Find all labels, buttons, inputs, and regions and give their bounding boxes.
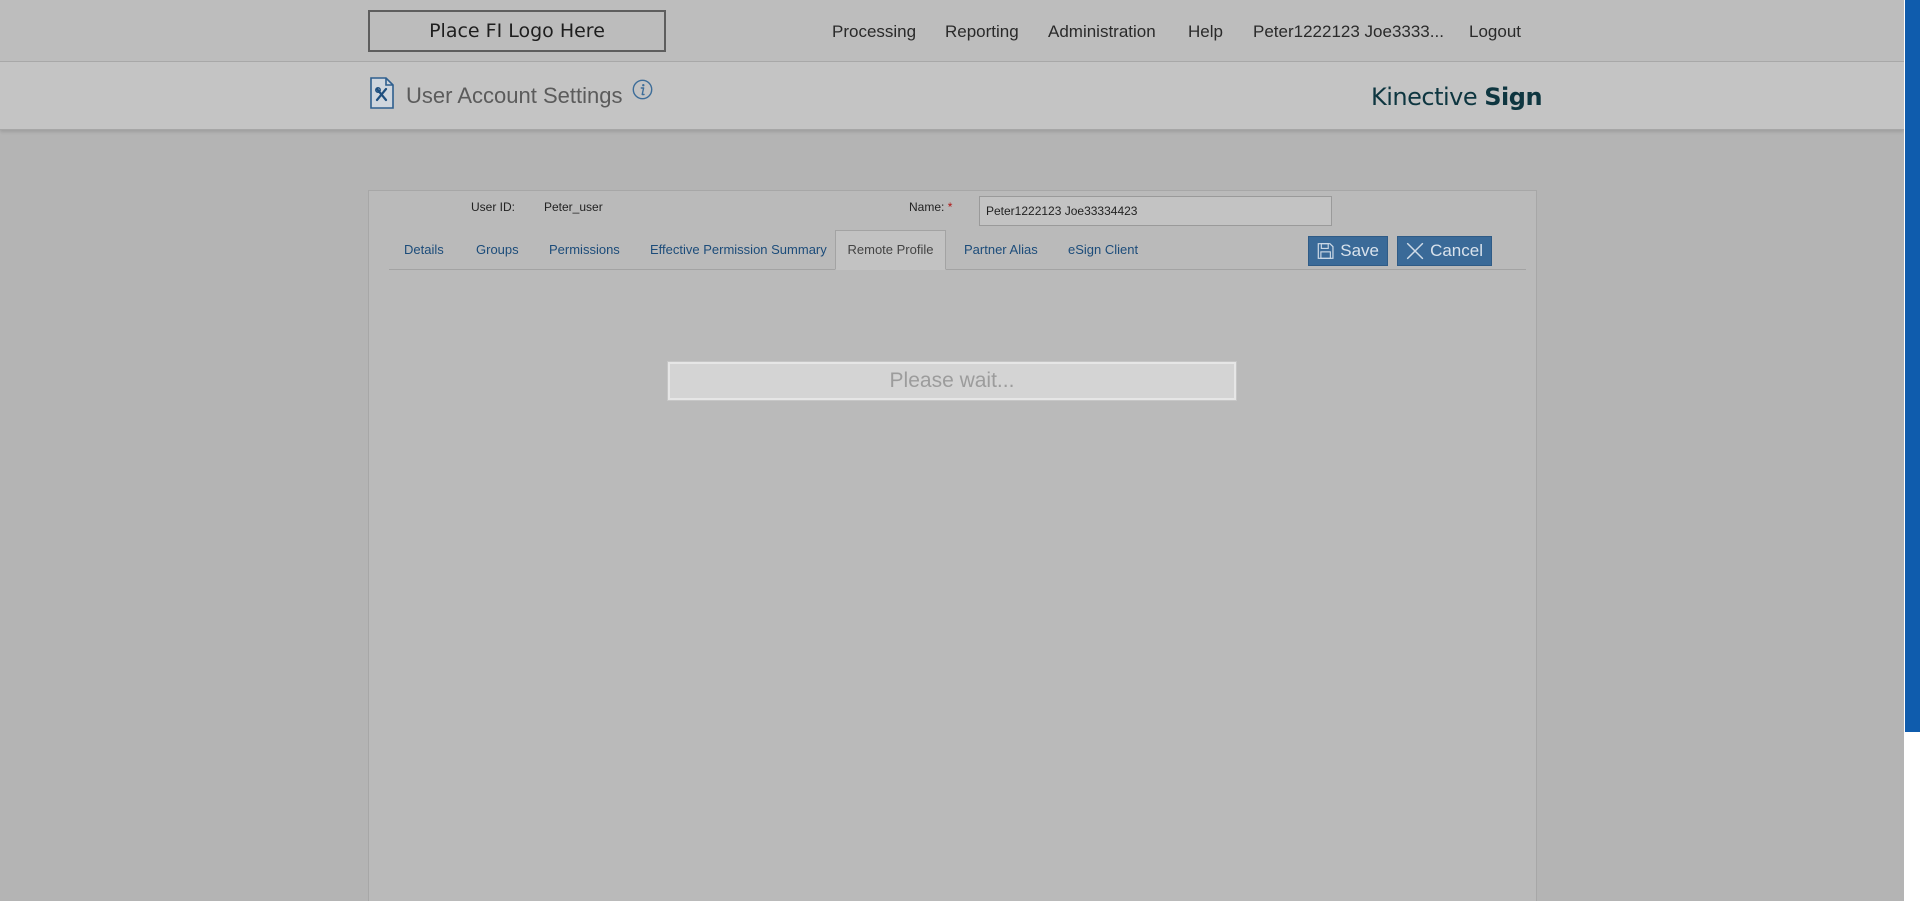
- name-field[interactable]: [979, 196, 1332, 226]
- document-settings-icon: [370, 77, 394, 109]
- tab-effective-permission-summary[interactable]: Effective Permission Summary: [650, 231, 827, 269]
- user-id-value: Peter_user: [544, 200, 603, 214]
- close-icon: [1406, 242, 1424, 260]
- tab-esign-client[interactable]: eSign Client: [1068, 231, 1138, 269]
- brand-name-strong: Sign: [1484, 83, 1543, 111]
- tabs-divider: [389, 269, 1526, 270]
- top-navigation-bar: Place FI Logo Here Processing Reporting …: [0, 0, 1904, 62]
- name-label-text: Name:: [909, 200, 945, 214]
- nav-help[interactable]: Help: [1188, 22, 1223, 44]
- tab-remote-profile[interactable]: Remote Profile: [835, 230, 946, 270]
- app-window: Place FI Logo Here Processing Reporting …: [0, 0, 1920, 901]
- user-settings-panel: [368, 190, 1537, 901]
- scrollbar-thumb[interactable]: [1905, 0, 1920, 732]
- tab-details[interactable]: Details: [404, 231, 444, 269]
- user-id-label: User ID:: [471, 200, 516, 214]
- loading-message: Please wait...: [668, 362, 1236, 400]
- save-button[interactable]: Save: [1308, 236, 1388, 266]
- nav-user-menu[interactable]: Peter1222123 Joe3333...: [1253, 22, 1444, 44]
- cancel-button[interactable]: Cancel: [1397, 236, 1492, 266]
- nav-reporting[interactable]: Reporting: [945, 22, 1019, 44]
- brand-logo: Kinective Sign: [1371, 83, 1543, 111]
- nav-logout[interactable]: Logout: [1469, 22, 1521, 44]
- brand-name-light: Kinective: [1371, 83, 1478, 111]
- tab-groups[interactable]: Groups: [476, 231, 519, 269]
- nav-processing[interactable]: Processing: [832, 22, 916, 44]
- nav-administration[interactable]: Administration: [1048, 22, 1156, 44]
- fi-logo-placeholder[interactable]: Place FI Logo Here: [368, 10, 666, 52]
- tab-permissions[interactable]: Permissions: [549, 231, 620, 269]
- floppy-disk-icon: [1317, 243, 1334, 259]
- required-marker: *: [947, 200, 953, 214]
- info-icon[interactable]: [632, 79, 653, 100]
- cancel-label: Cancel: [1430, 241, 1483, 260]
- name-label: Name: *: [909, 200, 952, 214]
- page-header: [0, 62, 1904, 130]
- save-label: Save: [1340, 241, 1379, 260]
- page-title: User Account Settings: [406, 83, 623, 108]
- tab-partner-alias[interactable]: Partner Alias: [964, 231, 1038, 269]
